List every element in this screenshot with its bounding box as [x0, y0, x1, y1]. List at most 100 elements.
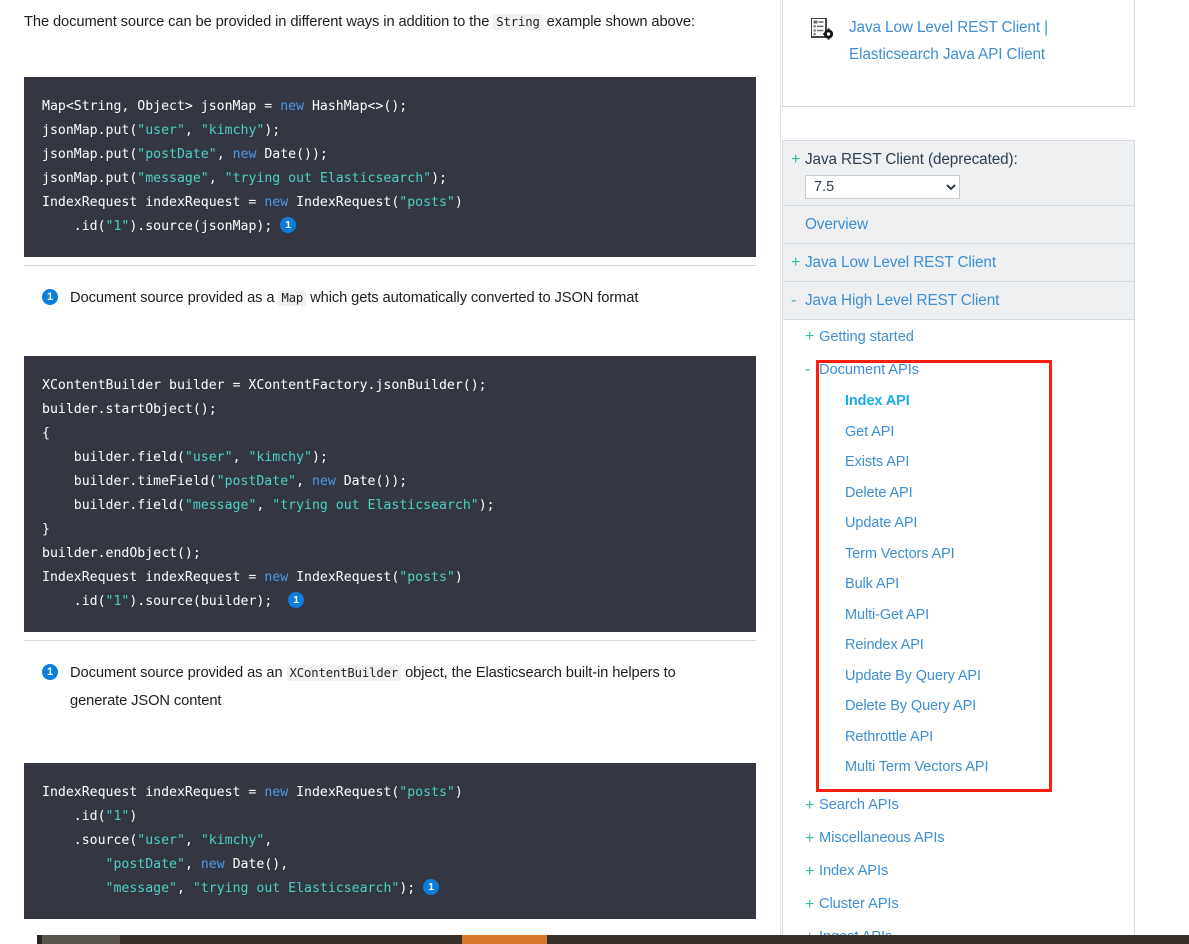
code-token: ).source(jsonMap);	[129, 219, 281, 234]
nav-row-version[interactable]: + Java REST Client (deprecated): 7.57.47…	[783, 141, 1134, 206]
sidebar-api-link-exists-api[interactable]: Exists API	[783, 447, 1134, 478]
sidebar-api-link-multi-term-vectors-api[interactable]: Multi Term Vectors API	[783, 752, 1134, 783]
expand-plus-icon[interactable]: +	[805, 793, 819, 818]
sidebar-divider	[780, 0, 781, 935]
taskbar-segment-brown-right[interactable]	[547, 935, 1189, 944]
sidebar-api-link-label-current[interactable]: Index API	[845, 393, 910, 409]
collapse-minus-icon[interactable]: -	[805, 357, 819, 382]
code-block-xcontentbuilder-source[interactable]: XContentBuilder builder = XContentFactor…	[24, 356, 756, 632]
sidebar-subitem-search-apis[interactable]: + Search APIs	[783, 788, 1134, 822]
document-gear-icon	[810, 17, 834, 42]
sidebar-api-link-multi-get-api[interactable]: Multi-Get API	[783, 599, 1134, 630]
related-doc-link-line2[interactable]: Elasticsearch Java API Client	[849, 46, 1045, 63]
code-token: ,	[177, 881, 193, 896]
sidebar-api-link-delete-api[interactable]: Delete API	[783, 477, 1134, 508]
collapse-minus-icon[interactable]: -	[791, 288, 805, 313]
sidebar-api-link-rethrottle-api[interactable]: Rethrottle API	[783, 721, 1134, 752]
code-token: new	[232, 147, 265, 162]
expand-plus-icon[interactable]: +	[791, 147, 805, 172]
sidebar-api-link-label[interactable]: Update API	[845, 515, 917, 531]
code-token: jsonMap.put(	[42, 171, 138, 186]
sidebar-subitem-document-apis[interactable]: - Document APIs	[783, 353, 1134, 386]
sidebar-item-overview[interactable]: Overview	[783, 206, 1134, 244]
code-token: "1"	[105, 594, 130, 609]
sidebar-api-link-bulk-api[interactable]: Bulk API	[783, 569, 1134, 600]
sidebar-api-link-term-vectors-api[interactable]: Term Vectors API	[783, 538, 1134, 569]
taskbar-segment-brown[interactable]	[120, 935, 462, 944]
sidebar-api-link-reindex-api[interactable]: Reindex API	[783, 630, 1134, 661]
code-token: Date());	[343, 474, 408, 489]
code-token: "posts"	[399, 785, 455, 800]
code-token: "postDate"	[216, 474, 297, 489]
code-token: new	[280, 99, 312, 114]
code-token: .id(	[42, 594, 106, 609]
sidebar-api-link-delete-by-query-api[interactable]: Delete By Query API	[783, 691, 1134, 722]
code-token: IndexRequest indexRequest =	[42, 785, 265, 800]
code-token: "kimchy"	[200, 123, 265, 138]
sidebar-api-link-label[interactable]: Rethrottle API	[845, 729, 933, 745]
callout-number-badge: 1	[42, 289, 58, 305]
sidebar-subitem-cluster-apis[interactable]: + Cluster APIs	[783, 887, 1134, 921]
sidebar-api-link-label[interactable]: Reindex API	[845, 637, 924, 653]
sidebar-api-link-label[interactable]: Multi-Get API	[845, 607, 929, 623]
sidebar-api-link-label[interactable]: Delete By Query API	[845, 698, 976, 714]
code-token: "user"	[137, 123, 185, 138]
sidebar-item-label[interactable]: Java Low Level REST Client	[805, 250, 996, 275]
code-token: ,	[208, 171, 225, 186]
code-token: ,	[264, 833, 273, 848]
expand-plus-icon[interactable]: +	[805, 826, 819, 851]
sidebar-item-java-high-level-rest-client[interactable]: - Java High Level REST Client	[783, 282, 1134, 320]
sidebar-api-link-get-api[interactable]: Get API	[783, 416, 1134, 447]
code-token: ,	[296, 474, 312, 489]
callout-2: 1 Document source provided as an XConten…	[42, 659, 756, 715]
code-token: ,	[184, 833, 201, 848]
taskbar-segment-grey[interactable]	[42, 935, 120, 944]
sidebar-subitem-miscellaneous-apis[interactable]: + Miscellaneous APIs	[783, 821, 1134, 855]
sidebar-api-link-label[interactable]: Get API	[845, 424, 894, 440]
sidebar-subitem-label[interactable]: Index APIs	[819, 863, 888, 879]
code-token: new	[311, 474, 344, 489]
related-doc-card[interactable]: Java Low Level REST Client | Elasticsear…	[782, 0, 1135, 107]
sidebar-subitem-index-apis[interactable]: + Index APIs	[783, 854, 1134, 888]
related-doc-link[interactable]: Java Low Level REST Client | Elasticsear…	[849, 14, 1048, 68]
sidebar-subitem-label[interactable]: Miscellaneous APIs	[819, 830, 945, 846]
sidebar-api-link-label[interactable]: Term Vectors API	[845, 546, 955, 562]
sidebar-api-link-label[interactable]: Multi Term Vectors API	[845, 759, 988, 775]
sidebar-subitem-label[interactable]: Search APIs	[819, 797, 899, 813]
desktop-taskbar[interactable]	[0, 935, 1189, 944]
expand-plus-icon[interactable]: +	[791, 250, 805, 275]
sidebar-api-link-index-api[interactable]: Index API	[783, 386, 1134, 417]
related-doc-link-line1[interactable]: Java Low Level REST Client |	[849, 19, 1048, 36]
expand-plus-icon[interactable]: +	[805, 859, 819, 884]
code-token: {	[42, 426, 50, 441]
sidebar-api-link-label[interactable]: Delete API	[845, 485, 913, 501]
sidebar-item-label[interactable]: Java High Level REST Client	[805, 288, 999, 313]
sidebar-api-link-label[interactable]: Update By Query API	[845, 668, 981, 684]
sidebar-api-link-label[interactable]: Exists API	[845, 454, 909, 470]
sidebar-subitem-label[interactable]: Cluster APIs	[819, 896, 899, 912]
sidebar-subitem-label[interactable]: Document APIs	[819, 362, 919, 378]
callout-2-text: Document source provided as an XContentB…	[70, 659, 710, 715]
code-token: XContentBuilder builder = XContentFactor…	[42, 378, 487, 393]
expand-plus-icon[interactable]: +	[805, 892, 819, 917]
sidebar-api-link-label[interactable]: Bulk API	[845, 576, 899, 592]
sidebar-subitem-label[interactable]: Getting started	[819, 329, 914, 345]
code-block-keypair-source[interactable]: IndexRequest indexRequest = new IndexReq…	[24, 763, 756, 919]
sidebar-api-link-update-api[interactable]: Update API	[783, 508, 1134, 539]
expand-plus-icon[interactable]: +	[805, 324, 819, 349]
version-select[interactable]: 7.57.47.37.27.17.0master	[805, 175, 960, 199]
taskbar-active-window[interactable]	[462, 935, 547, 944]
sidebar-item-label[interactable]: Overview	[805, 212, 868, 237]
nav-sub-rows: + Getting started - Document APIs	[783, 320, 1134, 386]
code-token: IndexRequest(	[296, 785, 400, 800]
code-token: )	[129, 809, 138, 824]
code-block-map-source[interactable]: Map<String, Object> jsonMap = new HashMa…	[24, 77, 756, 257]
code-token: )	[454, 570, 463, 585]
code-callout-badge: 1	[280, 217, 297, 233]
code-callout-badge: 1	[423, 879, 440, 895]
sidebar-api-link-update-by-query-api[interactable]: Update By Query API	[783, 660, 1134, 691]
code-token: builder.field(	[42, 450, 185, 465]
sidebar-subitem-getting-started[interactable]: + Getting started	[783, 320, 1134, 353]
sidebar-item-java-low-level-rest-client[interactable]: + Java Low Level REST Client	[783, 244, 1134, 282]
code-token: new	[264, 570, 297, 585]
